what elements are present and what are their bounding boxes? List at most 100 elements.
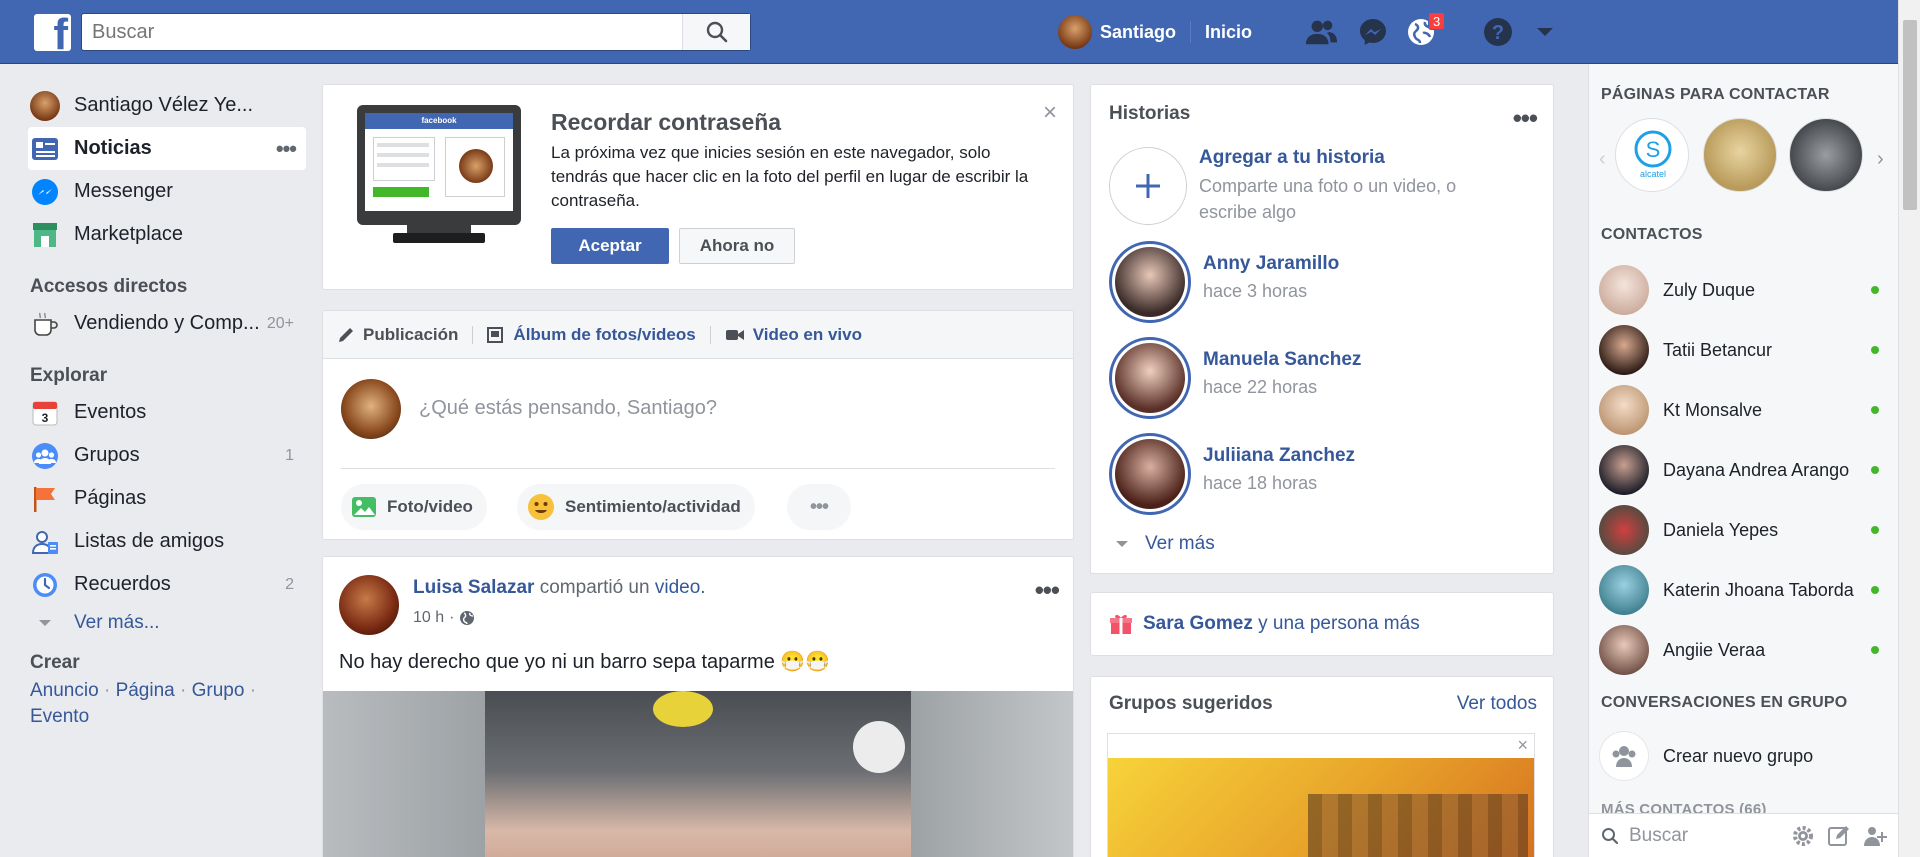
- create-group-button[interactable]: Crear nuevo grupo: [1599, 730, 1889, 782]
- photo-video-button[interactable]: Foto/video: [341, 484, 487, 530]
- create-event-link[interactable]: Evento: [30, 706, 89, 727]
- contact-item[interactable]: Dayana Andrea Arango: [1599, 444, 1889, 496]
- sidebar-item-messenger[interactable]: Messenger: [30, 170, 310, 213]
- contact-item[interactable]: Zuly Duque: [1599, 264, 1889, 316]
- add-story-button[interactable]: [1109, 147, 1187, 225]
- svg-text:3: 3: [42, 411, 49, 425]
- contact-item[interactable]: Tatii Betancur: [1599, 324, 1889, 376]
- stories-options-icon[interactable]: •••: [1513, 105, 1538, 131]
- sidebar-item-shortcut[interactable]: Vendiendo y Comp... 20+: [30, 302, 310, 345]
- help-icon[interactable]: ?: [1481, 15, 1515, 49]
- sidebar-item-groups[interactable]: Grupos 1: [30, 434, 310, 477]
- chevron-left-icon[interactable]: ‹: [1599, 148, 1606, 171]
- contact-avatar: [1599, 505, 1649, 555]
- search-icon: [706, 21, 727, 43]
- gift-icon: [1110, 614, 1132, 634]
- groups-icon: [30, 441, 60, 471]
- friend-requests-icon[interactable]: [1304, 15, 1338, 49]
- birthday-others[interactable]: y una persona más: [1258, 613, 1420, 634]
- contact-item[interactable]: Daniela Yepes: [1599, 504, 1889, 556]
- create-links: Anuncio · Página · Grupo · Evento: [30, 680, 257, 727]
- sidebar-item-pages[interactable]: Páginas: [30, 477, 310, 520]
- add-story-item[interactable]: Agregar a tu historia Comparte una foto …: [1109, 147, 1499, 225]
- close-icon[interactable]: ×: [1517, 736, 1528, 754]
- contact-avatar: [1599, 325, 1649, 375]
- story-item[interactable]: Juliiana Zanchez hace 18 horas: [1109, 433, 1355, 515]
- scrollbar-thumb[interactable]: [1903, 20, 1917, 210]
- birthday-card[interactable]: Sara Gomez y una persona más: [1090, 592, 1554, 656]
- illustration-brand: facebook: [365, 113, 513, 129]
- page-avatar-2[interactable]: [1703, 118, 1777, 192]
- page-scrollbar[interactable]: [1898, 0, 1920, 857]
- story-item[interactable]: Anny Jaramillo hace 3 horas: [1109, 241, 1339, 323]
- story-item[interactable]: Manuela Sanchez hace 22 horas: [1109, 337, 1361, 419]
- story-time: hace 22 horas: [1203, 377, 1318, 397]
- contact-avatar: [1599, 565, 1649, 615]
- close-icon[interactable]: ×: [1043, 101, 1057, 125]
- create-group-icon: [1599, 731, 1649, 781]
- not-now-button[interactable]: Ahora no: [679, 228, 795, 264]
- sidebar-item-profile[interactable]: Santiago Vélez Ye...: [30, 84, 310, 127]
- messenger-icon[interactable]: [1356, 15, 1390, 49]
- feeling-activity-button[interactable]: Sentimiento/actividad: [517, 484, 755, 530]
- account-menu-chevron-icon[interactable]: [1528, 15, 1562, 49]
- search-input[interactable]: [92, 14, 682, 50]
- post-author-avatar[interactable]: [339, 575, 399, 635]
- profile-name-link[interactable]: Santiago: [1100, 22, 1176, 43]
- chevron-down-icon: [1116, 541, 1128, 547]
- sidebar-item-memories[interactable]: Recuerdos 2: [30, 563, 310, 606]
- add-story-title[interactable]: Agregar a tu historia: [1199, 147, 1499, 169]
- story-author-name: Anny Jaramillo: [1203, 253, 1340, 274]
- sidebar-item-marketplace[interactable]: Marketplace: [30, 213, 310, 256]
- birthday-name[interactable]: Sara Gomez: [1143, 613, 1253, 634]
- new-message-icon[interactable]: [1827, 824, 1851, 848]
- contacts-search-input[interactable]: Buscar: [1629, 825, 1791, 847]
- more-options-icon[interactable]: •••: [276, 136, 297, 162]
- see-all-groups-link[interactable]: Ver todos: [1457, 693, 1537, 715]
- tab-live-video[interactable]: Video en vivo: [725, 325, 862, 345]
- page-avatar-3[interactable]: [1789, 118, 1863, 192]
- contact-item[interactable]: Angiie Veraa: [1599, 624, 1889, 676]
- tab-photo-album[interactable]: Álbum de fotos/videos: [487, 325, 696, 345]
- tab-publication[interactable]: Publicación: [337, 325, 458, 345]
- see-more-label: Ver más: [1145, 533, 1215, 554]
- home-link[interactable]: Inicio: [1205, 22, 1252, 43]
- sidebar-item-label: Noticias: [74, 137, 152, 159]
- post-options-icon[interactable]: •••: [1035, 577, 1060, 603]
- tab-label: Publicación: [363, 324, 459, 344]
- chevron-right-icon[interactable]: ›: [1877, 148, 1884, 171]
- new-group-icon[interactable]: [1863, 824, 1889, 848]
- sidebar-item-friend-lists[interactable]: Listas de amigos: [30, 520, 310, 563]
- remember-password-card: facebook Recordar contraseña La próxima …: [322, 84, 1074, 290]
- composer-input[interactable]: ¿Qué estás pensando, Santiago?: [419, 397, 717, 420]
- post-author-name[interactable]: Luisa Salazar: [413, 577, 534, 598]
- groups-count: 1: [285, 446, 294, 464]
- page-avatar-alcatel[interactable]: Salcatel: [1615, 118, 1689, 192]
- create-group-link[interactable]: Grupo: [192, 680, 245, 701]
- stories-title: Historias: [1109, 103, 1191, 124]
- more-options-button[interactable]: •••: [787, 484, 851, 530]
- sidebar-item-events[interactable]: 3 Eventos: [30, 391, 310, 434]
- gear-icon[interactable]: [1791, 824, 1815, 848]
- create-page-link[interactable]: Página: [116, 680, 175, 701]
- facebook-logo-icon[interactable]: f: [34, 14, 71, 51]
- group-suggestion-card[interactable]: ×: [1107, 733, 1535, 857]
- svg-text:S: S: [1646, 137, 1661, 162]
- divider: [472, 325, 474, 344]
- contact-item[interactable]: Katerin Jhoana Taborda: [1599, 564, 1889, 616]
- contact-name: Dayana Andrea Arango: [1663, 459, 1850, 480]
- sidebar-item-news-feed[interactable]: Noticias •••: [28, 127, 306, 170]
- contact-item[interactable]: Kt Monsalve: [1599, 384, 1889, 436]
- search-button[interactable]: [682, 14, 750, 50]
- profile-avatar[interactable]: [1058, 15, 1092, 49]
- stories-see-more[interactable]: Ver más: [1115, 533, 1215, 555]
- see-more-link[interactable]: Ver más...: [30, 606, 310, 640]
- create-ad-link[interactable]: Anuncio: [30, 680, 99, 701]
- post-composer: Publicación Álbum de fotos/videos Video …: [322, 310, 1074, 540]
- post-action-link[interactable]: video.: [655, 577, 706, 598]
- more-contacts-heading: MÁS CONTACTOS (66): [1601, 801, 1767, 813]
- contact-avatar: [1599, 445, 1649, 495]
- post-video[interactable]: [323, 691, 1073, 857]
- accept-button[interactable]: Aceptar: [551, 228, 669, 264]
- post-timestamp[interactable]: 10 h: [413, 609, 444, 627]
